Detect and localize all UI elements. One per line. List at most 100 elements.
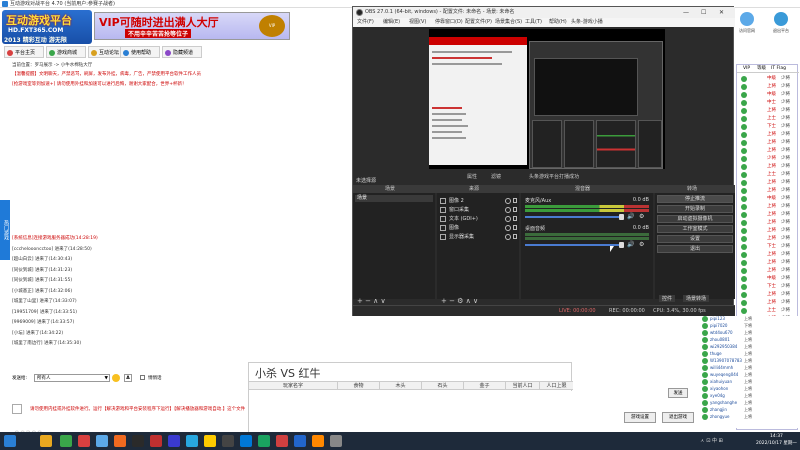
- gear-icon[interactable]: ⚙: [639, 213, 644, 220]
- vip-ad-banner[interactable]: VIP可随时进出满人大厅 不用辛辛苦苦抢等位子 VIP: [94, 12, 290, 40]
- taskbar-app-icon[interactable]: [150, 435, 162, 447]
- tab-shop[interactable]: 游戏商城: [46, 46, 86, 58]
- user-row[interactable]: 下士 少将: [737, 243, 799, 251]
- taskbar-app-icon[interactable]: [168, 435, 180, 447]
- user-row[interactable]: xiahuiyuan 上将: [700, 379, 800, 385]
- taskbar-app-icon[interactable]: [312, 435, 324, 447]
- menu-file[interactable]: 文件(F): [357, 18, 374, 27]
- lock-icon[interactable]: [513, 234, 517, 239]
- close-icon[interactable]: ✕: [719, 7, 724, 18]
- source-dock-buttons[interactable]: + − ⚙ ∧ ∨: [441, 297, 478, 305]
- user-row[interactable]: 上将少将: [737, 267, 799, 275]
- volume-slider-handle[interactable]: [619, 214, 624, 220]
- system-tray[interactable]: ㅅ ⊡ 中 ⊞: [700, 437, 723, 444]
- settings-button[interactable]: 设置: [657, 235, 733, 243]
- user-row[interactable]: 上将少将: [737, 251, 799, 259]
- studio-mode-button[interactable]: 工作室模式: [657, 225, 733, 233]
- menu-docks[interactable]: 停靠窗口(D): [435, 18, 463, 27]
- menu-view[interactable]: 视图(V): [409, 18, 426, 27]
- logo[interactable]: 互动游戏平台 HD.FXT365.COM 2013 精彩互动 游无限: [2, 10, 92, 44]
- eye-icon[interactable]: [505, 198, 511, 204]
- tab-home[interactable]: 平台主页: [4, 46, 44, 58]
- tab-controls[interactable]: 控件: [659, 295, 676, 302]
- source-row[interactable]: 显示器采集: [439, 233, 517, 241]
- user-row[interactable]: willi44mmh 上将: [700, 365, 800, 371]
- user-row[interactable]: 上将少将: [737, 139, 799, 147]
- source-row[interactable]: 文本 (GDI+): [439, 215, 517, 223]
- exit-game-button[interactable]: 退出游戏: [662, 412, 694, 423]
- user-row[interactable]: 上将少将: [737, 147, 799, 155]
- menu-plugin[interactable]: 头条-游戏小播: [571, 18, 603, 27]
- taskbar-app-icon[interactable]: [276, 435, 288, 447]
- exit-button[interactable]: 退出: [657, 245, 733, 253]
- taskbar-app-icon[interactable]: [78, 435, 90, 447]
- user-row[interactable]: 上士 少将: [737, 115, 799, 123]
- user-row[interactable]: W13907078783 上将: [700, 358, 800, 364]
- user-row[interactable]: thuge 上将: [700, 351, 800, 357]
- user-row[interactable]: 上将少将: [737, 107, 799, 115]
- taskbar-app-icon[interactable]: [96, 435, 108, 447]
- user-row[interactable]: 上将少将: [737, 259, 799, 267]
- exit-platform-button[interactable]: 退出平台: [766, 10, 796, 40]
- maximize-icon[interactable]: ☐: [701, 7, 706, 18]
- lock-icon[interactable]: [513, 225, 517, 230]
- user-row[interactable]: zhangjin 上将: [700, 407, 800, 413]
- menu-help[interactable]: 帮助(H): [549, 18, 567, 27]
- user-row[interactable]: 上将少将: [737, 291, 799, 299]
- source-row[interactable]: 图像: [439, 224, 517, 232]
- user-row[interactable]: pipi123 上将: [700, 316, 800, 322]
- user-row[interactable]: 中级 少将: [737, 275, 799, 283]
- taskbar-app-icon[interactable]: [222, 435, 234, 447]
- user-row[interactable]: pipi7020 下将: [700, 323, 800, 329]
- user-row[interactable]: wi292950384 上将: [700, 344, 800, 350]
- scene-item[interactable]: 场景: [355, 195, 433, 202]
- user-row[interactable]: 上将少将: [737, 227, 799, 235]
- user-row[interactable]: 上将少将: [737, 83, 799, 91]
- properties-button[interactable]: 属性: [467, 173, 477, 180]
- taskbar-app-icon[interactable]: [204, 435, 216, 447]
- taskbar-app-icon[interactable]: [186, 435, 198, 447]
- taskbar-app-icon[interactable]: [60, 435, 72, 447]
- user-row[interactable]: 上将少将: [737, 179, 799, 187]
- filters-button[interactable]: 滤镜: [491, 173, 501, 180]
- user-row[interactable]: yangshanghe 上将: [700, 400, 800, 406]
- send-button[interactable]: 发送: [668, 388, 688, 398]
- start-virtual-camera-button[interactable]: 启动虚拟摄像机: [657, 215, 733, 223]
- speaker-icon[interactable]: 🔊: [627, 213, 634, 220]
- user-row[interactable]: xye04g 上将: [700, 393, 800, 399]
- minimize-icon[interactable]: —: [683, 7, 689, 18]
- taskbar-app-icon[interactable]: [132, 435, 144, 447]
- volume-slider-handle[interactable]: [619, 242, 624, 248]
- user-row[interactable]: 上将少将: [737, 299, 799, 307]
- visit-site-button[interactable]: 访问官网: [732, 10, 762, 40]
- menu-profile[interactable]: 配置文件(P): [465, 18, 492, 27]
- game-settings-button[interactable]: 游戏设置: [624, 412, 656, 423]
- user-row[interactable]: 上将少将: [737, 131, 799, 139]
- obs-preview[interactable]: [429, 29, 665, 169]
- user-row[interactable]: 少将 少将: [737, 155, 799, 163]
- scene-dock-buttons[interactable]: + − ∧ ∨: [357, 297, 386, 305]
- lock-icon[interactable]: [513, 207, 517, 212]
- font-button[interactable]: A: [124, 374, 132, 382]
- user-row[interactable]: 中级 少将: [737, 195, 799, 203]
- taskbar-app-icon[interactable]: [40, 435, 52, 447]
- user-row[interactable]: 上将少将: [737, 187, 799, 195]
- volume-slider[interactable]: [525, 244, 623, 246]
- whisper-checkbox[interactable]: [140, 375, 145, 380]
- game-thumbnail[interactable]: [12, 404, 22, 414]
- menu-scene-collection[interactable]: 场景集合(S): [495, 18, 522, 27]
- taskbar-app-icon[interactable]: [4, 435, 16, 447]
- tab-scene-transitions[interactable]: 场景转场: [683, 295, 710, 302]
- recipient-select[interactable]: 所有人 ▼: [34, 374, 110, 382]
- user-row[interactable]: 上将少将: [737, 219, 799, 227]
- user-row[interactable]: xiyaohon 上将: [700, 386, 800, 392]
- speaker-icon[interactable]: 🔊: [627, 241, 634, 248]
- taskbar-app-icon[interactable]: [114, 435, 126, 447]
- user-row[interactable]: 上士 少将: [737, 307, 799, 315]
- eye-icon[interactable]: [505, 207, 511, 213]
- user-row[interactable]: 下士 少将: [737, 283, 799, 291]
- taskbar-app-icon[interactable]: [294, 435, 306, 447]
- eye-icon[interactable]: [505, 225, 511, 231]
- source-row[interactable]: 窗口采集: [439, 206, 517, 214]
- taskbar-app-icon[interactable]: [258, 435, 270, 447]
